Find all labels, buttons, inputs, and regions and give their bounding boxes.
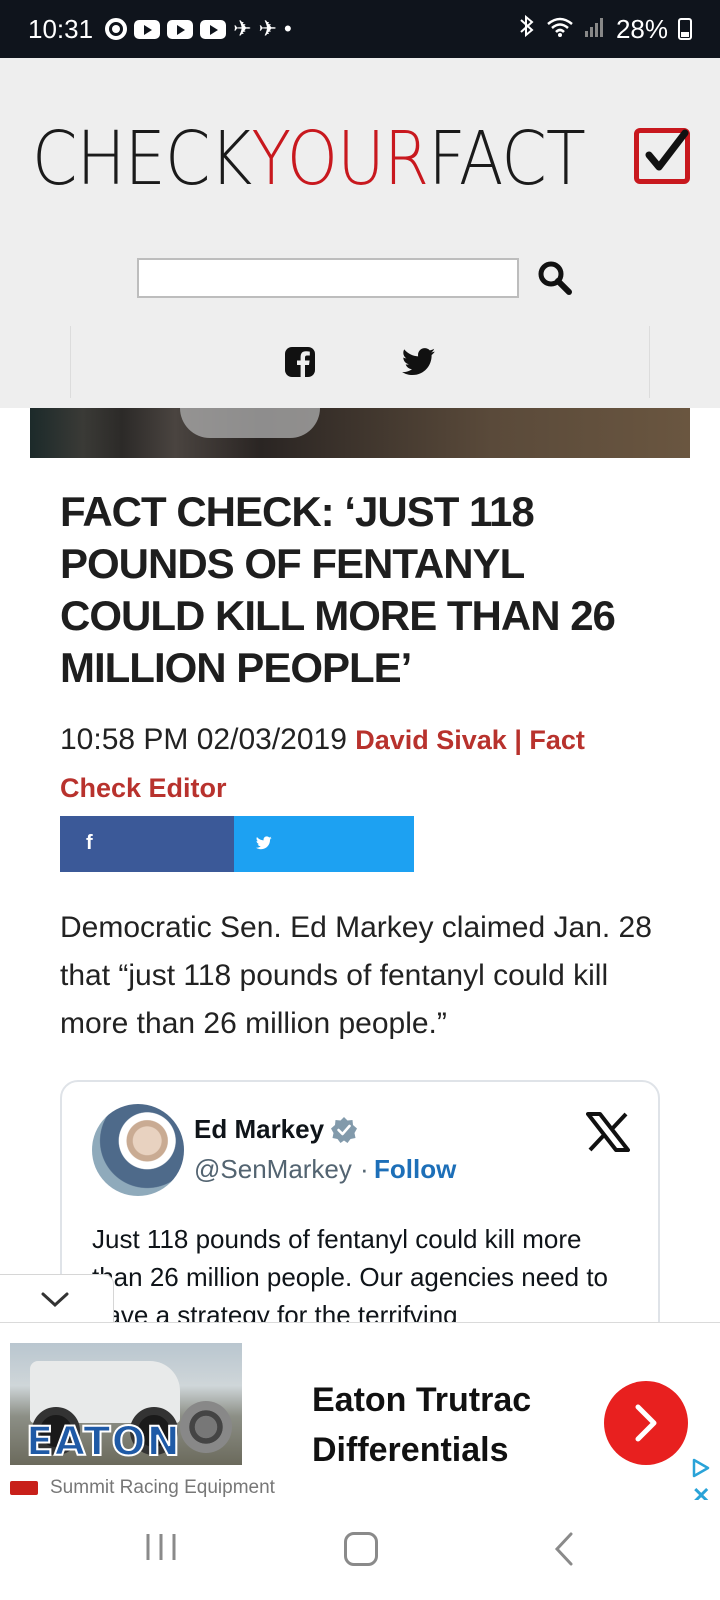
article-body-paragraph: Democratic Sen. Ed Markey claimed Jan. 2…	[60, 911, 652, 1040]
site-logo[interactable]: CHECKYOURFACT	[32, 122, 586, 196]
more-notifications-dot-icon: •	[283, 16, 292, 41]
battery-percent: 28%	[615, 13, 668, 44]
ad-image[interactable]: EATON	[10, 1343, 242, 1465]
status-bar: 10:31 ✈ ✈ • 28%	[0, 0, 720, 58]
ad-banner[interactable]: EATON Eaton Trutrac Differentials Summit…	[0, 1322, 720, 1508]
ad-differential-graphic	[180, 1401, 232, 1453]
bluetooth-icon	[518, 14, 536, 45]
tweet-text: Just 118 pounds of fentanyl could kill m…	[92, 1224, 609, 1330]
youtube-notification-icon	[167, 19, 194, 39]
logo-your: YOUR	[251, 116, 429, 202]
ad-cta-button[interactable]	[604, 1381, 688, 1465]
system-navigation-bar	[0, 1500, 720, 1600]
youtube-notification-icon	[200, 19, 227, 39]
signal-icon	[584, 14, 606, 45]
verified-badge-icon	[330, 1116, 358, 1149]
article-hero-image	[30, 408, 690, 458]
bird-notification-icon: ✈	[258, 16, 277, 41]
wifi-icon	[546, 14, 574, 45]
site-header: CHECKYOURFACT	[0, 58, 720, 408]
article-byline: 10:58 PM 02/03/2019 David Sivak | Fact C…	[60, 716, 660, 812]
summit-logo-icon	[10, 1481, 38, 1495]
bird-notification-icon: ✈	[233, 16, 252, 41]
logo-fact: FACT	[428, 116, 585, 202]
adchoices-icon[interactable]	[690, 1457, 712, 1484]
back-button-icon[interactable]	[552, 1530, 576, 1573]
notification-app-icon	[105, 18, 128, 40]
ad-title[interactable]: Eaton Trutrac Differentials	[312, 1375, 572, 1475]
search-icon[interactable]	[537, 260, 573, 296]
x-logo-icon[interactable]	[586, 1112, 630, 1157]
screen: 10:31 ✈ ✈ • 28% CHECKYOURFACT FACT CHECK…	[0, 0, 720, 1600]
share-facebook-button[interactable]: f	[60, 816, 234, 872]
status-time: 10:31	[28, 13, 94, 44]
checkmark-logo-icon	[634, 128, 690, 184]
chevron-down-icon	[41, 1292, 69, 1308]
tweet-avatar[interactable]	[92, 1104, 184, 1196]
tweet-handle[interactable]: @SenMarkey	[194, 1154, 352, 1185]
chevron-right-icon	[635, 1404, 657, 1442]
tweet-separator: ·	[360, 1154, 369, 1184]
logo-check: CHECK	[32, 116, 252, 202]
system-icons: 28%	[518, 14, 692, 45]
recent-apps-icon[interactable]	[144, 1530, 178, 1569]
social-links-bar	[70, 326, 650, 398]
twitter-icon[interactable]	[402, 348, 436, 381]
search-input[interactable]	[137, 258, 519, 298]
ad-sponsor[interactable]: Summit Racing Equipment	[50, 1477, 275, 1499]
collapse-ad-button[interactable]	[0, 1274, 114, 1328]
facebook-icon[interactable]	[284, 346, 316, 383]
youtube-notification-icon	[134, 19, 161, 39]
twitter-share-icon	[255, 836, 272, 850]
embedded-tweet[interactable]: Ed Markey @SenMarkey · Follow Just 118 p…	[60, 1080, 660, 1340]
tweet-author-name[interactable]: Ed Markey	[194, 1114, 324, 1145]
share-twitter-button[interactable]	[234, 816, 414, 872]
home-button-icon[interactable]	[344, 1532, 378, 1566]
eaton-logo: EATON	[25, 1418, 181, 1465]
article-datetime: 10:58 PM 02/03/2019	[60, 723, 347, 756]
notification-icons: ✈ ✈ •	[105, 16, 292, 42]
follow-button[interactable]: Follow	[374, 1154, 456, 1185]
battery-icon	[678, 18, 692, 40]
facebook-share-icon: f	[86, 832, 93, 854]
article-headline: FACT CHECK: ‘JUST 118 POUNDS OF FENTANYL…	[60, 488, 616, 691]
